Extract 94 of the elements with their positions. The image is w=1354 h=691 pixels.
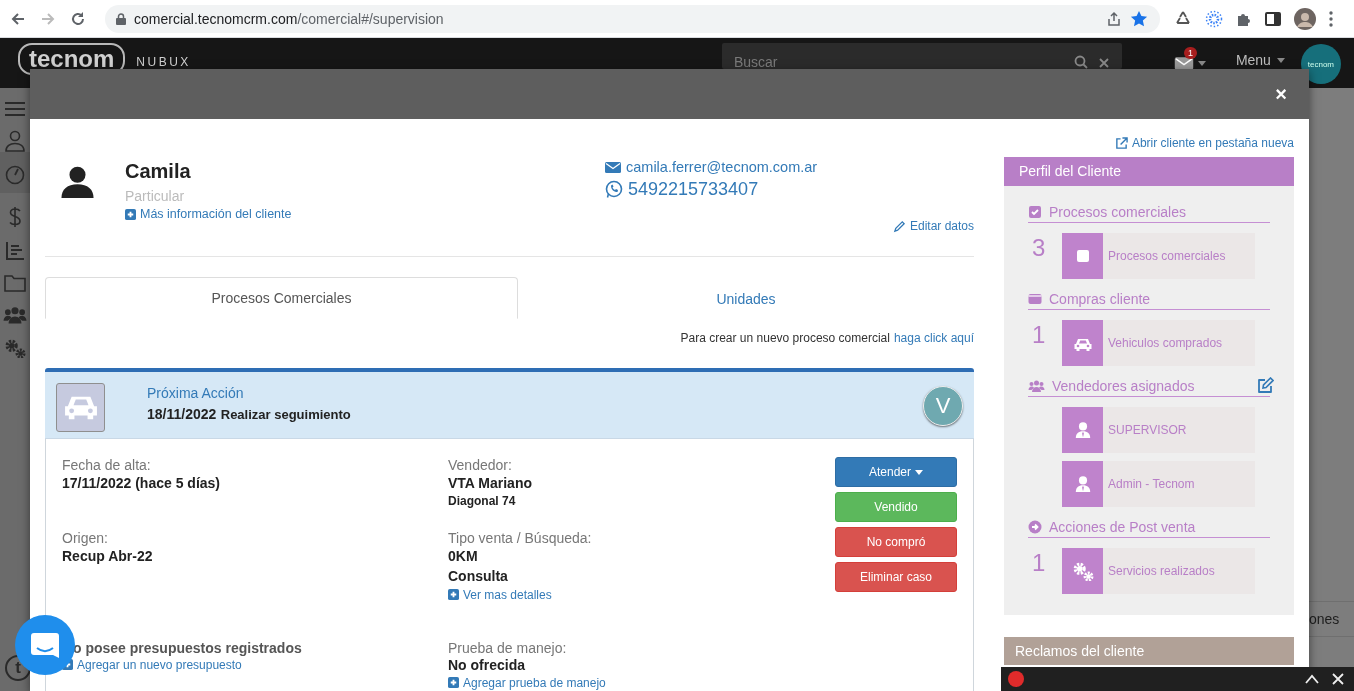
hint-text: Para crear un nuevo proceso comercial xyxy=(680,330,890,346)
field-value: Consulta xyxy=(448,567,509,586)
open-tab-link[interactable]: Abrir cliente en pestaña nueva xyxy=(1114,135,1294,151)
menu-icon[interactable] xyxy=(5,101,25,117)
count: 3 xyxy=(1031,233,1047,263)
field-value: VTA Mariano xyxy=(448,474,533,493)
search-field[interactable]: Buscar xyxy=(721,43,1122,69)
next-action-text: 18/11/2022 Realizar seguimiento xyxy=(147,405,351,424)
plus-icon xyxy=(125,208,136,220)
next-action-label: Próxima Acción xyxy=(147,384,245,402)
client-type: Particular xyxy=(125,187,186,205)
add-link[interactable]: Agregar prueba de manejo xyxy=(448,675,606,690)
action-button[interactable]: Vendido xyxy=(835,492,957,522)
notice-text: o posee presupuestos registrados xyxy=(73,640,303,656)
field-label: Tipo venta / Búsqueda: xyxy=(448,530,593,546)
external-link-icon xyxy=(1114,136,1128,150)
mail-icon xyxy=(605,160,621,174)
user-avatar[interactable]: tecnom xyxy=(1300,44,1341,84)
record-dot-icon xyxy=(1008,671,1024,687)
field-label: Origen: xyxy=(62,530,109,546)
action-button[interactable]: Eliminar caso xyxy=(835,562,957,592)
edit-link[interactable]: Editar datos xyxy=(892,218,974,234)
field-value: Recup Abr-22 xyxy=(62,547,154,566)
side-panel-icon[interactable] xyxy=(1265,10,1281,27)
email-link[interactable]: camila.ferrer@tecnom.com.ar xyxy=(605,157,974,177)
profile-tile[interactable]: Admin - Tecnom xyxy=(1062,461,1255,507)
lock-icon xyxy=(116,12,126,25)
field-label: Prueba de manejo: xyxy=(448,640,568,656)
field-value: No ofrecida xyxy=(448,656,526,674)
pencil-icon xyxy=(892,219,906,233)
caret-icon xyxy=(1197,61,1206,66)
product-name: NUBUX xyxy=(136,56,191,68)
count: 1 xyxy=(1031,320,1047,350)
mail-icon[interactable] xyxy=(1173,56,1194,71)
address-bar[interactable]: comercial.tecnomcrm.com/comercial#/supervision xyxy=(105,4,1160,33)
edit-icon[interactable] xyxy=(1256,377,1274,395)
folder-icon[interactable] xyxy=(4,274,26,292)
action-button[interactable]: Atender xyxy=(835,457,957,487)
tab[interactable]: Procesos Comerciales xyxy=(45,277,518,319)
star-icon[interactable] xyxy=(1130,9,1148,28)
person-icon[interactable] xyxy=(5,130,25,152)
gears-icon[interactable] xyxy=(3,338,27,358)
action-button[interactable]: No compró xyxy=(835,527,957,557)
field-value: 0KM xyxy=(448,547,479,566)
users-icon xyxy=(1028,379,1045,393)
panel-header: Perfil del Cliente xyxy=(1004,157,1294,186)
profile-tile[interactable]: Servicios realizados xyxy=(1062,548,1255,594)
section-title: Acciones de Post venta xyxy=(1049,519,1197,535)
chevron-up-icon[interactable] xyxy=(1305,674,1319,684)
more-icon[interactable] xyxy=(1329,10,1333,27)
snowflake-icon[interactable] xyxy=(1205,9,1223,28)
plus-icon xyxy=(448,677,459,688)
field-label: Vendedor: xyxy=(448,457,513,473)
profile-tile[interactable]: Procesos comerciales xyxy=(1062,233,1255,279)
chat-launcher-icon[interactable] xyxy=(15,615,75,675)
chart-icon[interactable] xyxy=(5,241,25,261)
count: 1 xyxy=(1031,548,1047,578)
profile-tile[interactable]: SUPERVISOR xyxy=(1062,407,1255,453)
section-title: Vendedores asignados xyxy=(1052,378,1196,394)
search-icon[interactable] xyxy=(1073,55,1088,69)
field-value: 17/11/2022 (hace 5 días) xyxy=(62,474,221,493)
whatsapp-icon xyxy=(605,179,623,199)
back-icon[interactable] xyxy=(10,10,26,27)
caret-icon xyxy=(1276,57,1285,63)
notification-badge: 1 xyxy=(1183,47,1197,59)
caret-icon xyxy=(915,469,923,475)
add-link[interactable]: Ver mas detalles xyxy=(448,587,552,602)
close-button[interactable]: × xyxy=(1271,82,1291,106)
field-value: Diagonal 74 xyxy=(448,493,517,509)
close-icon[interactable] xyxy=(1332,673,1344,685)
menu-button[interactable]: Menu xyxy=(1235,53,1285,67)
user-icon xyxy=(1073,475,1092,493)
profile-tile[interactable]: Vehiculos comprados xyxy=(1062,320,1255,366)
dollar-icon[interactable] xyxy=(8,206,22,228)
user-icon xyxy=(1073,421,1092,439)
create-link[interactable]: haga click aquí xyxy=(893,330,974,346)
profile-avatar-icon[interactable] xyxy=(1294,7,1316,30)
panel-header: Reclamos del cliente xyxy=(1004,637,1294,665)
section-title: Procesos comerciales xyxy=(1049,204,1187,220)
field-label: Fecha de alta: xyxy=(62,457,152,473)
arrow-circle-icon xyxy=(1028,520,1042,534)
share-icon[interactable] xyxy=(1106,10,1122,27)
gears-icon xyxy=(1071,561,1094,581)
client-name: Camila xyxy=(125,159,192,183)
section-title: Compras cliente xyxy=(1049,291,1152,307)
wallet-icon xyxy=(1028,292,1042,306)
plus-icon xyxy=(448,589,459,600)
more-info-link[interactable]: Más información del cliente xyxy=(125,205,292,223)
seller-avatar: V xyxy=(923,386,963,426)
gauge-icon[interactable] xyxy=(5,165,25,185)
phone-link[interactable]: 5492215733407 xyxy=(605,177,974,201)
url-text: comercial.tecnomcrm.com/comercial#/supervision xyxy=(134,10,444,27)
users-icon[interactable] xyxy=(3,305,27,325)
reload-icon[interactable] xyxy=(70,10,86,27)
